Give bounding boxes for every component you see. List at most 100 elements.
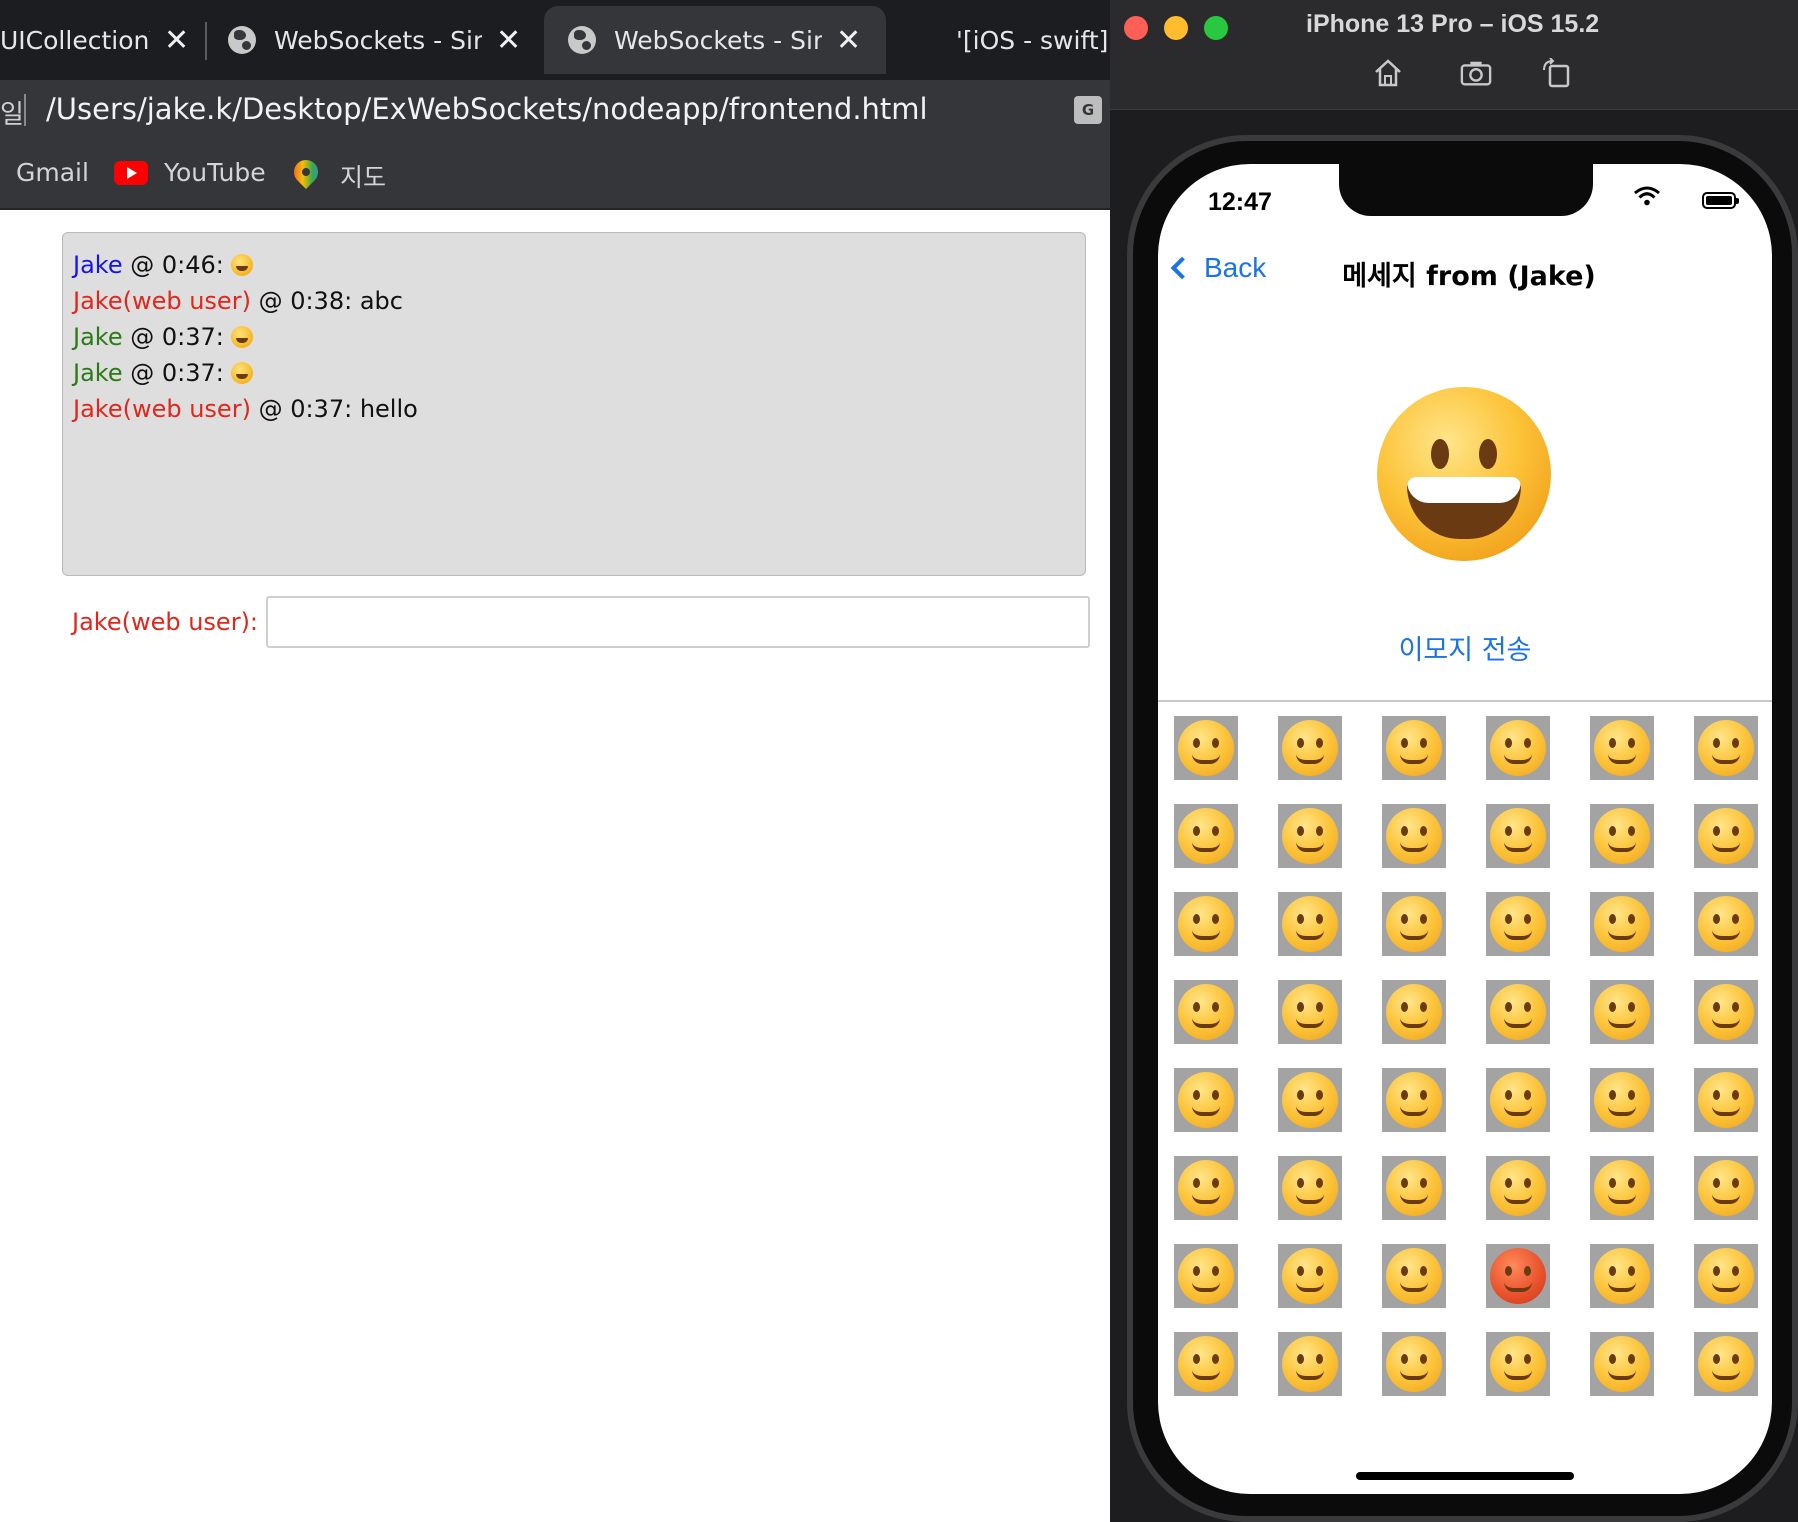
emoji-eye [1212,1354,1219,1364]
emoji-cell[interactable] [1590,980,1654,1044]
emoji-cell[interactable] [1278,1068,1342,1132]
emoji-cell[interactable] [1174,716,1238,780]
emoji-face-icon [1698,720,1754,776]
message-meta: @ 0:38: [250,287,360,315]
emoji-cell[interactable] [1278,716,1342,780]
emoji-cell[interactable] [1486,1332,1550,1396]
emoji-mouth [1608,930,1636,940]
emoji-cell[interactable] [1174,1244,1238,1308]
emoji-mouth [1400,930,1428,940]
emoji-cell[interactable] [1278,804,1342,868]
emoji-cell[interactable] [1590,1332,1654,1396]
chat-message: Jake @ 0:46: [73,247,1075,283]
minimize-window-button[interactable] [1164,16,1188,40]
emoji-cell[interactable] [1278,892,1342,956]
iphone-screen: 12:47 Back 메세지 from (Jake) 이모지 전송 [1158,164,1772,1494]
tab-websockets-1[interactable]: WebSockets - Sim ✕ [228,6,538,74]
emoji-cell[interactable] [1486,716,1550,780]
emoji-cell[interactable] [1694,1332,1758,1396]
notch [1339,164,1593,216]
emoji-cell[interactable] [1486,1244,1550,1308]
emoji-cell[interactable] [1174,1332,1238,1396]
emoji-eye [1628,914,1635,924]
emoji-eye [1713,914,1720,924]
zoom-window-button[interactable] [1204,16,1228,40]
tab-ios-swift[interactable]: '[iOS - swift] [956,6,1116,74]
send-emoji-button[interactable]: 이모지 전송 [1158,628,1772,667]
emoji-cell[interactable] [1694,1156,1758,1220]
screenshot-icon[interactable] [1460,58,1492,88]
emoji-cell[interactable] [1278,1244,1342,1308]
emoji-mouth [1192,1282,1220,1292]
emoji-cell[interactable] [1382,804,1446,868]
emoji-cell[interactable] [1694,804,1758,868]
emoji-cell[interactable] [1590,892,1654,956]
battery-icon [1702,192,1739,209]
emoji-cell[interactable] [1174,1068,1238,1132]
emoji-cell[interactable] [1590,1244,1654,1308]
emoji-cell[interactable] [1382,1156,1446,1220]
emoji-cell[interactable] [1590,716,1654,780]
emoji-cell[interactable] [1382,1244,1446,1308]
emoji-cell[interactable] [1694,892,1758,956]
emoji-cell[interactable] [1694,1244,1758,1308]
bookmark-youtube[interactable]: YouTube [114,158,266,187]
emoji-eye [1524,1178,1531,1188]
emoji-cell[interactable] [1590,804,1654,868]
message-input[interactable] [266,596,1091,648]
emoji-cell[interactable] [1174,804,1238,868]
emoji-face-icon [1178,896,1234,952]
emoji-cell[interactable] [1174,892,1238,956]
emoji-cell[interactable] [1486,1156,1550,1220]
message-sender: Jake [73,251,123,279]
url-field[interactable]: /Users/jake.k/Desktop/ExWebSockets/nodea… [46,92,928,126]
emoji-mouth [1192,1194,1220,1204]
bookmark-gmail[interactable]: Gmail [16,158,89,187]
tab-close-icon[interactable]: ✕ [836,23,861,58]
tab-uicollectionview[interactable]: UICollectionVi ✕ [0,6,200,74]
input-label: Jake(web user): [72,608,259,636]
emoji-cell[interactable] [1174,980,1238,1044]
emoji-face-icon [1698,1336,1754,1392]
emoji-cell[interactable] [1694,716,1758,780]
emoji-mouth [1504,930,1532,940]
emoji-cell[interactable] [1278,1156,1342,1220]
tab-close-icon[interactable]: ✕ [496,23,521,58]
emoji-cell[interactable] [1382,1068,1446,1132]
emoji-cell[interactable] [1382,892,1446,956]
tab-close-icon[interactable]: ✕ [164,23,189,58]
emoji-cell[interactable] [1486,1068,1550,1132]
home-icon[interactable] [1372,58,1404,88]
emoji-cell[interactable] [1694,980,1758,1044]
emoji-cell[interactable] [1590,1068,1654,1132]
emoji-cell[interactable] [1486,892,1550,956]
globe-icon [568,26,596,54]
rotate-icon[interactable] [1540,58,1572,88]
emoji-cell[interactable] [1590,1156,1654,1220]
emoji-cell[interactable] [1694,1068,1758,1132]
emoji-face-icon [1490,896,1546,952]
emoji-eye [1420,914,1427,924]
emoji-cell[interactable] [1278,1332,1342,1396]
emoji-face-icon [1386,896,1442,952]
emoji-cell[interactable] [1486,804,1550,868]
emoji-eye [1524,914,1531,924]
emoji-cell[interactable] [1382,1332,1446,1396]
emoji-eye [1609,914,1616,924]
emoji-mouth [1608,1106,1636,1116]
selected-emoji-grinning-face-icon [1377,387,1551,561]
translate-icon[interactable]: G [1074,96,1102,124]
emoji-face-icon [1698,1248,1754,1304]
close-window-button[interactable] [1124,16,1148,40]
bookmark-maps[interactable]: 지도 [294,158,386,194]
emoji-cell[interactable] [1486,980,1550,1044]
emoji-eye [1193,1354,1200,1364]
emoji-cell[interactable] [1174,1156,1238,1220]
emoji-cell[interactable] [1278,980,1342,1044]
emoji-eye [1420,1178,1427,1188]
emoji-cell[interactable] [1382,980,1446,1044]
emoji-mouth [1712,842,1740,852]
bookmark-label: Gmail [16,158,89,187]
tab-websockets-active[interactable]: WebSockets - Sim ✕ [544,6,886,74]
emoji-cell[interactable] [1382,716,1446,780]
